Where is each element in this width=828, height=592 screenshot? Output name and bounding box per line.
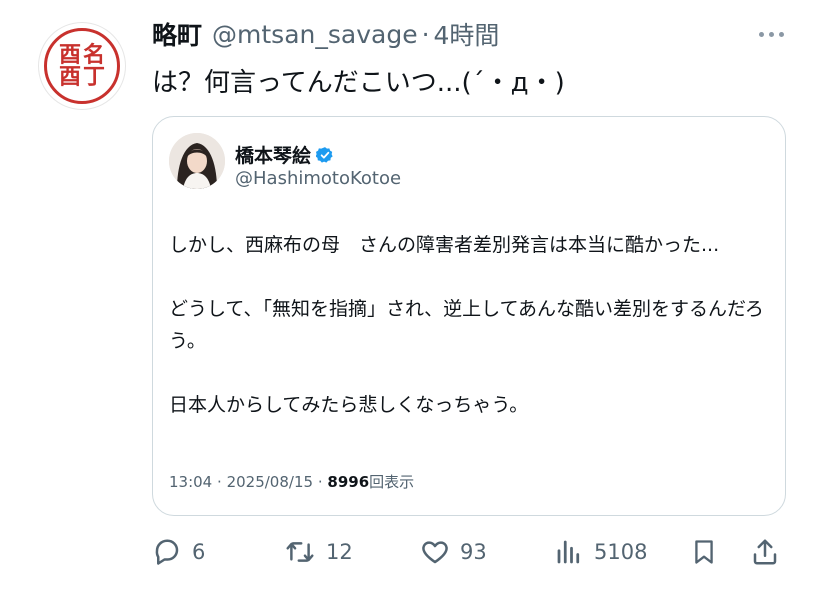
reply-button[interactable]: 6	[152, 532, 205, 572]
like-count: 93	[460, 540, 487, 564]
views-button[interactable]: 5108	[554, 532, 647, 572]
seal-logo: 酉 名 酉 丁	[44, 28, 120, 104]
user-handle[interactable]: @mtsan_savage	[212, 20, 418, 49]
quoted-avatar[interactable]	[169, 133, 225, 189]
action-bar: 6 12 93 5108	[152, 532, 792, 572]
quoted-handle[interactable]: @HashimotoKotoe	[235, 168, 401, 189]
views-count-action: 5108	[594, 540, 648, 564]
seal-char: 丁	[83, 64, 106, 90]
quoted-name-row: 橋本琴絵	[235, 141, 334, 168]
like-button[interactable]: 93	[420, 532, 487, 572]
retweet-icon	[286, 542, 314, 562]
views-count: 8996	[327, 473, 370, 491]
bookmark-button[interactable]	[690, 532, 718, 572]
seal-char: 名	[83, 42, 106, 68]
bookmark-icon	[695, 540, 713, 564]
quoted-display-name[interactable]: 橋本琴絵	[235, 141, 311, 168]
quoted-body: しかし、西麻布の母 さんの障害者差別発言は本当に酷かった... どうして、「無知…	[169, 229, 769, 421]
seal-char: 酉	[58, 42, 81, 68]
reply-count: 6	[192, 540, 206, 564]
timestamp[interactable]: 4時間	[434, 16, 500, 52]
display-name[interactable]: 略町	[152, 16, 202, 52]
more-options-icon[interactable]	[759, 32, 784, 37]
quoted-time[interactable]: 13:04	[169, 473, 212, 491]
separator: ·	[421, 19, 430, 49]
retweet-count: 12	[326, 540, 353, 564]
quoted-meta: 13:04 · 2025/08/15 · 8996回表示	[169, 471, 414, 492]
reply-icon	[155, 539, 179, 565]
views-label: 回表示	[369, 473, 415, 491]
tweet-text: は？何言ってんだこいつ...(´・д・)	[152, 68, 565, 98]
seal-char: 酉	[58, 64, 81, 90]
quoted-date[interactable]: 2025/08/15	[227, 473, 313, 491]
tweet-header: 略町 @mtsan_savage · 4時間	[152, 16, 499, 52]
analytics-icon	[557, 540, 580, 564]
separator: ·	[217, 473, 222, 491]
share-icon	[753, 539, 777, 565]
separator: ·	[317, 473, 323, 491]
share-button[interactable]	[750, 532, 780, 572]
avatar[interactable]: 酉 名 酉 丁	[38, 22, 126, 110]
verified-badge-icon	[316, 146, 333, 163]
retweet-button[interactable]: 12	[284, 532, 353, 572]
quoted-paragraph-1: しかし、西麻布の母 さんの障害者差別発言は本当に酷かった...	[169, 234, 720, 256]
heart-icon	[422, 541, 448, 564]
quoted-paragraph-2: どうして、「無知を指摘」され、逆上してあんな酷い差別をするんだろう。	[169, 298, 764, 352]
quoted-tweet[interactable]: 橋本琴絵 @HashimotoKotoe しかし、西麻布の母 さんの障害者差別発…	[152, 116, 786, 516]
quoted-paragraph-3: 日本人からしてみたら悲しくなっちゃう。	[169, 394, 529, 416]
